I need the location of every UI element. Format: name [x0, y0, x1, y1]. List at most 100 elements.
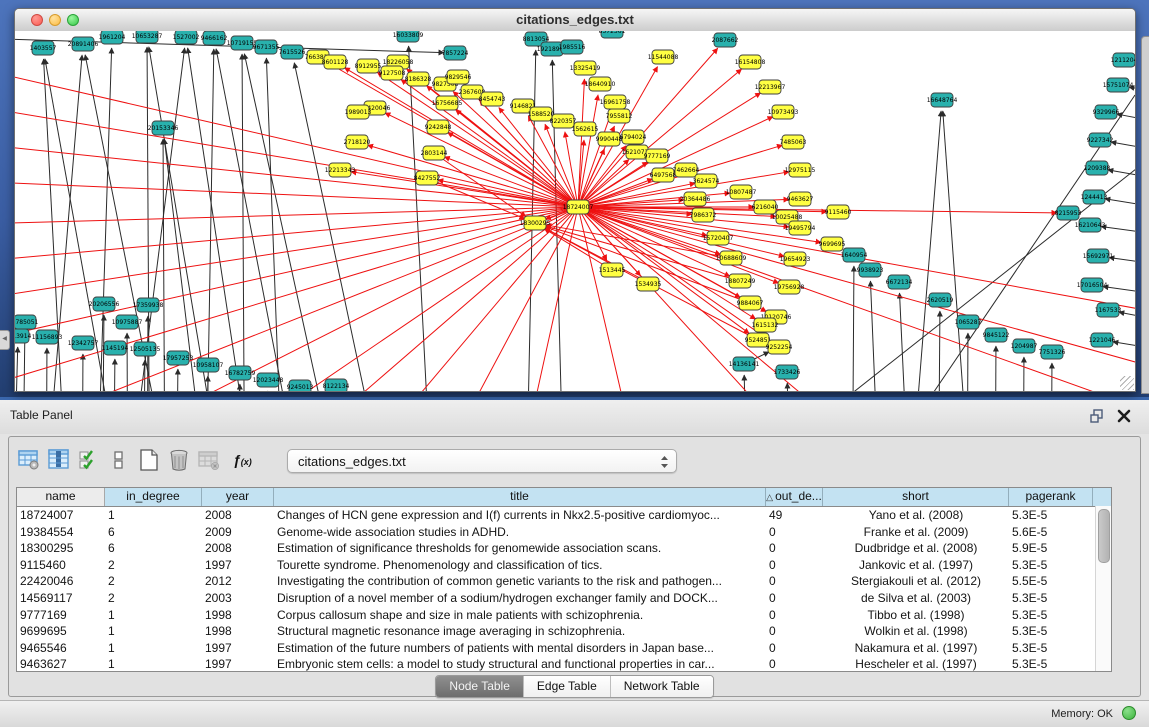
graph-node[interactable]: 9127508	[379, 66, 406, 80]
graph-node[interactable]: 7955812	[606, 109, 633, 123]
graph-node[interactable]: 10975887	[112, 315, 143, 329]
graph-node[interactable]: 10958107	[193, 358, 224, 372]
tab-network-table[interactable]: Network Table	[610, 676, 713, 697]
network-canvas[interactable]: 1403557 20891406 1961204 10653287 152700…	[15, 31, 1135, 391]
show-columns-icon[interactable]	[77, 448, 101, 472]
graph-node[interactable]: 8186328	[405, 72, 432, 86]
graph-node[interactable]: 11544088	[648, 50, 679, 64]
graph-node[interactable]: 9884067	[737, 296, 764, 310]
graph-node[interactable]: 13325419	[570, 61, 601, 75]
graph-node[interactable]: 9463627	[787, 192, 814, 206]
column-header-in_degree[interactable]: in_degree	[105, 488, 202, 506]
minimize-traffic-light-icon[interactable]	[49, 14, 61, 26]
graph-node[interactable]: 3913914	[15, 329, 32, 343]
panel-collapse-handle[interactable]: ◀	[0, 330, 10, 350]
graph-node[interactable]: 8572361	[599, 31, 626, 38]
window-resize-grip[interactable]	[1120, 376, 1134, 390]
graph-node[interactable]: 9252254	[766, 340, 793, 354]
table-row[interactable]: 946554611997Estimation of the future num…	[17, 640, 1111, 657]
close-panel-icon[interactable]	[1115, 407, 1133, 425]
graph-node[interactable]: 8427552	[414, 171, 441, 185]
graph-node[interactable]: 17359938	[133, 298, 164, 312]
graph-node[interactable]: 9829546	[445, 70, 472, 84]
graph-node[interactable]: 18807249	[725, 274, 756, 288]
graph-node[interactable]: 9227342	[1087, 133, 1114, 147]
graph-node[interactable]: 12975115	[785, 163, 816, 177]
graph-node[interactable]: 16154808	[735, 55, 766, 69]
graph-node[interactable]: 8912955	[355, 59, 382, 73]
table-row[interactable]: 1456911722003Disruption of a novel membe…	[17, 590, 1111, 607]
table-mode-icon[interactable]	[17, 448, 41, 472]
graph-node[interactable]: 2718120	[344, 135, 371, 149]
graph-node[interactable]: 19756928	[774, 280, 805, 294]
graph-node[interactable]: 9466162	[201, 31, 228, 45]
graph-node[interactable]: 16648764	[927, 93, 958, 107]
graph-node[interactable]: 1065287	[955, 315, 982, 329]
column-selection-icon[interactable]	[47, 448, 71, 472]
graph-node[interactable]: 8454743	[479, 92, 506, 106]
table-row[interactable]: 946362711997Embryonic stem cells: a mode…	[17, 656, 1111, 672]
graph-node[interactable]: 1527002	[173, 31, 200, 44]
float-panel-icon[interactable]	[1089, 407, 1107, 425]
network-view[interactable]: 1403557 20891406 1961204 10653287 152700…	[15, 31, 1135, 391]
graph-node[interactable]: 17016504	[1077, 278, 1108, 292]
column-header-year[interactable]: year	[202, 488, 274, 506]
new-table-icon[interactable]	[137, 448, 161, 472]
graph-node[interactable]: 20364486	[680, 192, 711, 206]
graph-node[interactable]: 12342757	[68, 336, 99, 350]
graph-node[interactable]: 12505135	[130, 342, 161, 356]
table-row[interactable]: 1938455462009Genome-wide association stu…	[17, 524, 1111, 541]
graph-node[interactable]: 1989013	[345, 105, 372, 119]
column-header-title[interactable]: title	[274, 488, 766, 506]
table-row[interactable]: 2242004622012Investigating the contribut…	[17, 573, 1111, 590]
graph-node[interactable]: 1985516	[559, 40, 586, 54]
graph-node[interactable]: 9329966	[1093, 105, 1120, 119]
graph-node[interactable]: 20891406	[68, 37, 99, 51]
graph-node[interactable]: 7485063	[780, 135, 807, 149]
column-header-name[interactable]: name	[17, 488, 105, 506]
graph-node[interactable]: 2620519	[927, 293, 954, 307]
graph-node[interactable]: 7615526	[279, 45, 306, 59]
graph-node[interactable]: 18724007	[563, 200, 594, 214]
graph-node[interactable]: 16033809	[393, 31, 424, 42]
graph-node[interactable]: 9115460	[825, 205, 852, 219]
graph-node[interactable]: 2803144	[421, 146, 448, 160]
graph-node[interactable]: 19495794	[785, 221, 816, 235]
graph-node[interactable]: 1167533	[1095, 303, 1122, 317]
graph-node[interactable]: 9699695	[819, 237, 846, 251]
graph-node[interactable]: 18640910	[585, 77, 616, 91]
graph-node[interactable]: 9777169	[644, 149, 671, 163]
graph-node[interactable]: 20153346	[148, 121, 179, 135]
graph-node[interactable]: 8122134	[323, 379, 350, 391]
graph-node[interactable]: 14136141	[729, 357, 760, 371]
graph-node[interactable]: 1785051	[15, 315, 39, 329]
column-header-pagerank[interactable]: pagerank	[1009, 488, 1093, 506]
graph-node[interactable]: 1244413	[1081, 190, 1108, 204]
column-header-out_de[interactable]: △out_de...	[766, 488, 823, 506]
graph-node[interactable]: 15751074	[1103, 78, 1134, 92]
graph-node[interactable]: 2087662	[712, 33, 739, 47]
delete-table-icon[interactable]	[167, 448, 191, 472]
graph-node[interactable]: 17957253	[163, 351, 194, 365]
graph-node[interactable]: 7751326	[1039, 345, 1066, 359]
graph-node[interactable]: 16210643	[1075, 218, 1106, 232]
graph-node[interactable]: 12213343	[325, 163, 356, 177]
table-scrollbar[interactable]	[1095, 506, 1111, 671]
graph-node[interactable]: 12213967	[755, 80, 786, 94]
table-selector-dropdown[interactable]: citations_edges.txt	[287, 449, 677, 473]
graph-node[interactable]: 11156893	[32, 330, 63, 344]
graph-node[interactable]: 9990448	[596, 132, 623, 146]
graph-node[interactable]: 1961204	[99, 31, 126, 44]
table-row[interactable]: 969969511998Structural magnetic resonanc…	[17, 623, 1111, 640]
graph-node[interactable]: 16756685	[432, 96, 463, 110]
graph-node[interactable]: 9671355	[253, 40, 280, 54]
graph-node[interactable]: 18300295	[520, 216, 551, 230]
graph-node[interactable]: 19654923	[780, 252, 811, 266]
graph-node[interactable]: 1211204	[1111, 53, 1135, 67]
graph-node[interactable]: 10688609	[716, 251, 747, 265]
zoom-traffic-light-icon[interactable]	[67, 14, 79, 26]
graph-node[interactable]: 1615132	[752, 318, 779, 332]
graph-node[interactable]: 8601128	[322, 55, 349, 69]
graph-node[interactable]: 16782759	[225, 366, 256, 380]
table-row[interactable]: 911546021997Tourette syndrome. Phenomeno…	[17, 557, 1111, 574]
